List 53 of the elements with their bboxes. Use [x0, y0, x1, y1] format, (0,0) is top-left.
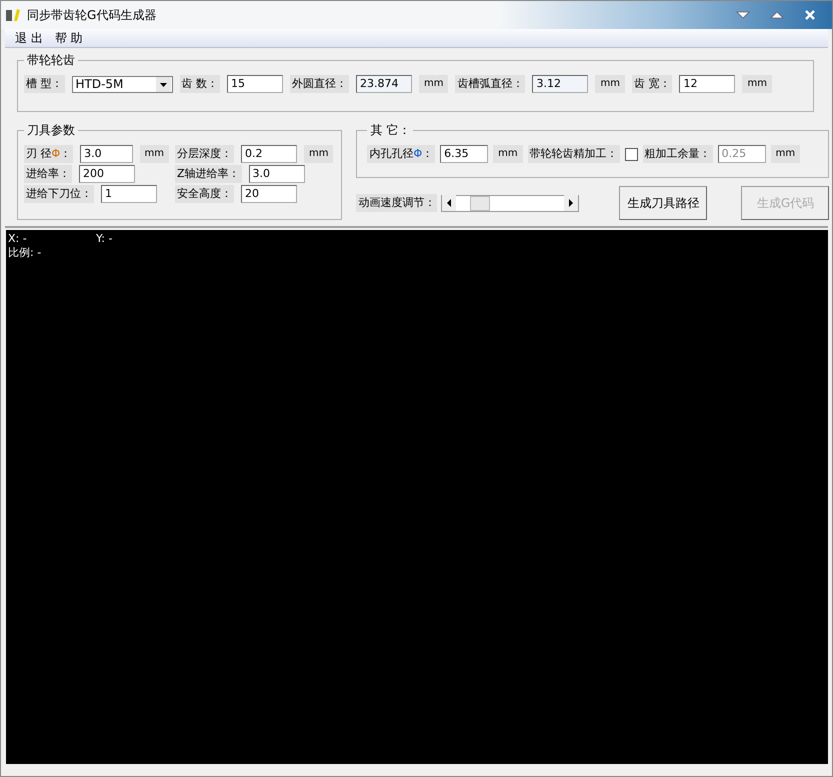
field-label: 内孔孔径Φ：	[367, 145, 436, 163]
unit-label: mm	[595, 75, 625, 93]
y-readout: Y: -	[96, 232, 112, 246]
field-label: 齿 宽：	[632, 75, 672, 93]
field-label: 进给率：	[24, 165, 72, 183]
scale-readout: 比例: -	[8, 246, 42, 260]
field-label: 安全高度：	[175, 185, 234, 203]
input-field[interactable]: 0.2	[241, 145, 297, 163]
x-readout: X: -	[8, 232, 28, 246]
field-label: 齿 数：	[180, 75, 220, 93]
input-field[interactable]: 15	[227, 75, 283, 93]
input-field[interactable]: 1	[101, 185, 157, 203]
field-label: 带轮轮齿精加工：	[528, 145, 620, 163]
slider-label: 动画速度调节：	[356, 194, 438, 212]
unit-label: mm	[493, 145, 523, 163]
field-label: 槽 型：	[24, 75, 64, 93]
dropdown[interactable]: HTD-5M	[72, 76, 172, 92]
field-label: 进给下刀位：	[24, 185, 94, 203]
minimize-icon[interactable]	[736, 10, 750, 20]
input-field[interactable]: 3.12	[532, 75, 588, 93]
maximize-icon[interactable]	[770, 10, 784, 20]
slider-thumb[interactable]	[470, 196, 490, 210]
group-title: 带轮轮齿	[26, 52, 76, 69]
menu-item[interactable]: 帮 助	[54, 30, 83, 46]
group-title: 其 它：	[369, 122, 412, 139]
app-icon	[5, 7, 21, 23]
input-field[interactable]: 3.0	[80, 145, 133, 163]
input-field[interactable]: 23.874	[356, 75, 412, 93]
input-field[interactable]: 3.0	[248, 165, 305, 183]
unit-label: mm	[419, 75, 448, 93]
input-field[interactable]: 6.35	[440, 145, 488, 163]
unit-label: mm	[770, 145, 800, 163]
field-label: 外圆直径：	[290, 75, 349, 93]
window-title: 同步带齿轮G代码生成器	[27, 6, 156, 24]
input-field[interactable]: 20	[241, 185, 297, 203]
unit-label: mm	[304, 145, 334, 163]
field-label: Z轴进给率：	[175, 165, 242, 183]
input-field[interactable]: 200	[79, 165, 135, 183]
field-label: 分层深度：	[175, 145, 234, 163]
unit-label: mm	[742, 75, 772, 93]
checkbox[interactable]	[624, 148, 638, 160]
group-title: 刀具参数	[26, 122, 76, 139]
unit-label: mm	[140, 145, 169, 163]
field-label: 齿槽弧直径：	[455, 75, 526, 93]
scroll-right-icon[interactable]	[564, 195, 578, 211]
speed-slider[interactable]	[441, 194, 580, 212]
action-button[interactable]: 生成刀具路径	[619, 186, 708, 220]
close-icon[interactable]	[804, 9, 816, 21]
field-label: 粗加工余量：	[642, 145, 713, 163]
menu-item[interactable]: 退 出	[15, 30, 43, 46]
input-field[interactable]: 12	[679, 75, 736, 93]
scroll-left-icon[interactable]	[442, 195, 456, 211]
field-label: 刃 径Φ：	[24, 145, 74, 163]
